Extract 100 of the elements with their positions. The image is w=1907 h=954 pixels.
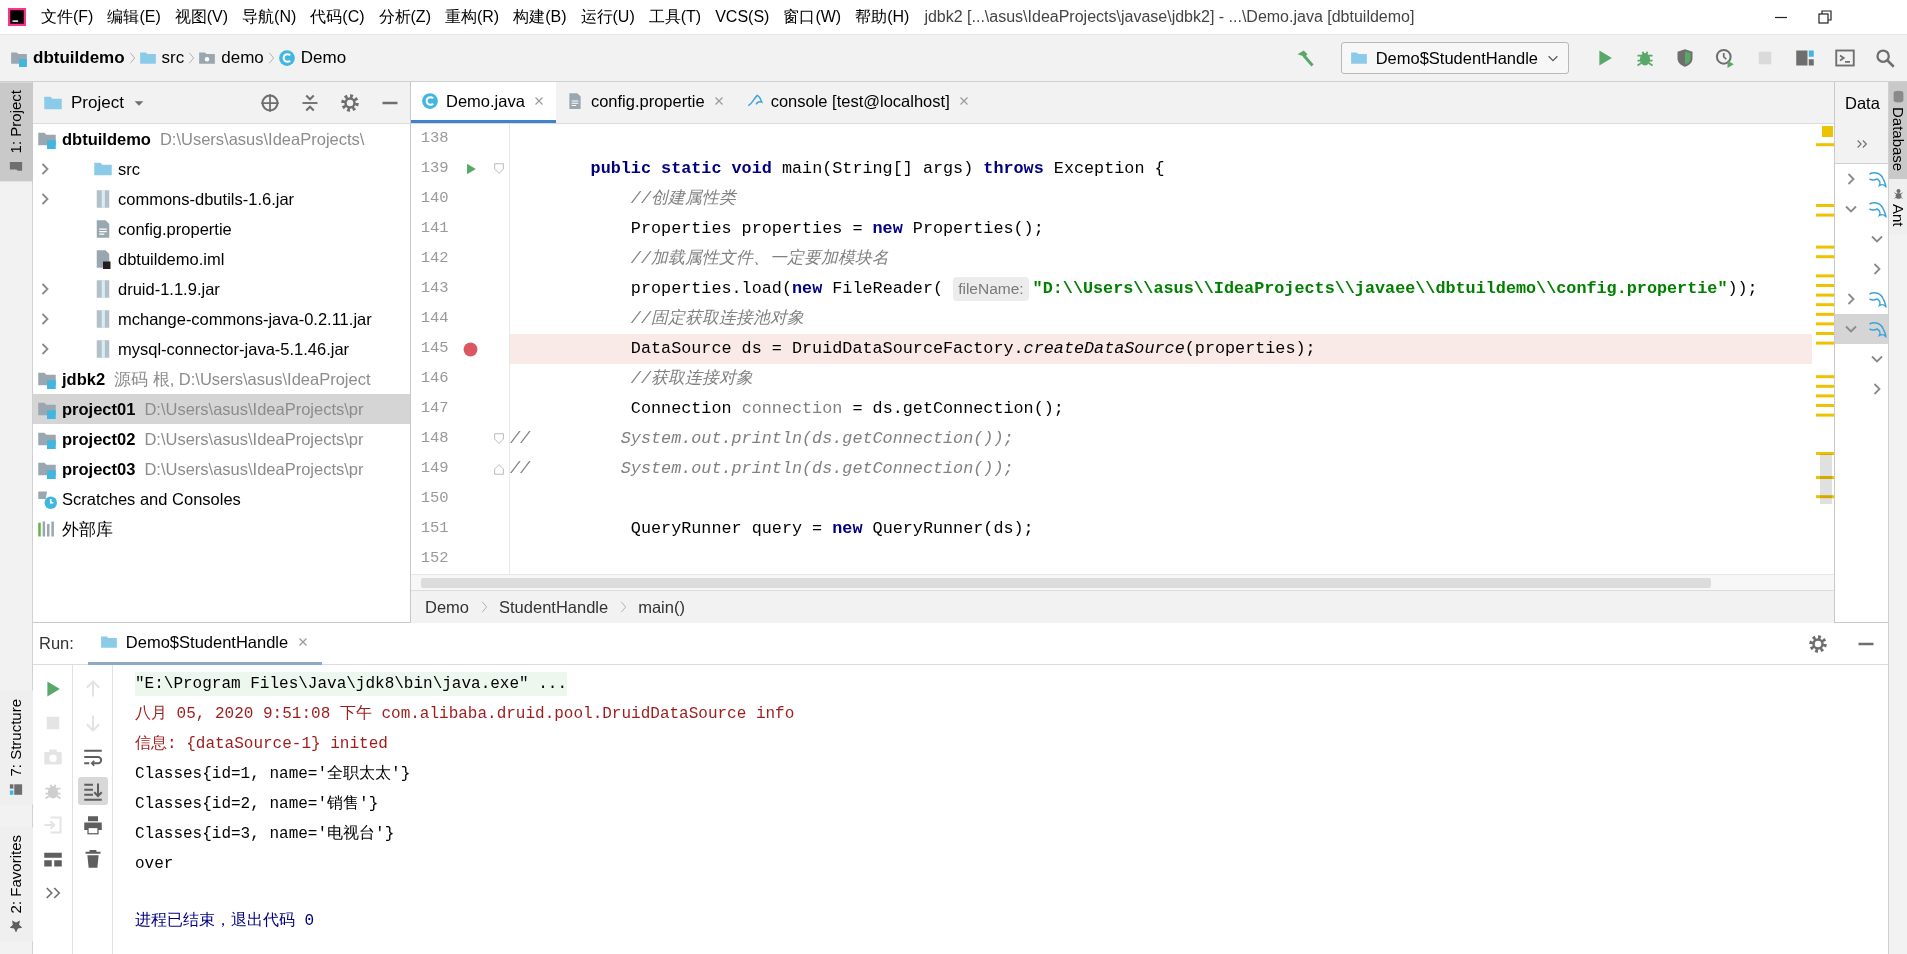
line-number: 143 bbox=[419, 278, 450, 300]
tree-item[interactable]: Scratches and Consoles bbox=[33, 484, 410, 514]
line-number: 144 bbox=[419, 308, 450, 330]
minimize-icon bbox=[1773, 15, 1789, 19]
editor-tab[interactable]: console [test@localhost] bbox=[735, 82, 981, 123]
breadcrumb-item[interactable]: main() bbox=[638, 594, 685, 620]
structure-icon bbox=[1795, 48, 1815, 68]
menu-item[interactable]: 重构(R) bbox=[437, 5, 507, 29]
tree-item[interactable]: 外部库 bbox=[33, 514, 410, 544]
panel-title: Data bbox=[1835, 82, 1888, 124]
breadcrumb-item[interactable]: StudentHandle bbox=[499, 594, 609, 620]
code-line: //创建属性类 bbox=[629, 188, 736, 211]
menu-item[interactable]: VCS(S) bbox=[708, 5, 777, 29]
restore-icon bbox=[1817, 9, 1833, 25]
ant-icon bbox=[1891, 187, 1905, 201]
scratches-icon bbox=[37, 489, 57, 509]
menu-item[interactable]: 视图(V) bbox=[167, 5, 236, 29]
item-label: config.propertie bbox=[118, 218, 232, 240]
console-line: 进程已结束，退出代码 0 bbox=[135, 911, 315, 932]
item-label: project02 bbox=[62, 428, 136, 450]
dolphin-icon bbox=[1867, 169, 1887, 189]
menu-item[interactable]: 代码(C) bbox=[303, 5, 372, 29]
fold-icon[interactable] bbox=[492, 432, 507, 446]
item-path: D:\Users\asus\IdeaProjects\ bbox=[159, 128, 365, 150]
tree-item[interactable]: config.propertie bbox=[33, 214, 410, 244]
class-icon bbox=[421, 92, 439, 110]
login-icon bbox=[42, 815, 63, 835]
line-number: 152 bbox=[419, 548, 450, 570]
minimize-icon bbox=[380, 100, 400, 105]
breadcrumb-item[interactable]: Demo bbox=[425, 594, 469, 620]
fold-icon[interactable] bbox=[492, 162, 507, 176]
menu-item[interactable]: 窗口(W) bbox=[776, 5, 849, 29]
tree-item[interactable]: project02 D:\Users\asus\IdeaProjects\pr bbox=[33, 424, 410, 454]
wrap-icon bbox=[82, 747, 103, 767]
module-icon bbox=[10, 49, 28, 67]
tree-item[interactable]: druid-1.1.9.jar bbox=[33, 274, 410, 304]
package-icon bbox=[198, 49, 217, 67]
app-logo bbox=[8, 8, 26, 26]
console-line: 信息: {dataSource-1} inited bbox=[135, 734, 388, 755]
item-label: commons-dbutils-1.6.jar bbox=[118, 188, 295, 210]
editor-tab[interactable]: config.propertie bbox=[555, 82, 736, 123]
restore-button[interactable] bbox=[1815, 7, 1835, 27]
terminal-icon bbox=[1835, 48, 1855, 68]
line-number: 148 bbox=[419, 428, 450, 450]
tree-item[interactable]: mysql-connector-java-5.1.46.jar bbox=[33, 334, 410, 364]
menu-item[interactable]: 文件(F) bbox=[34, 5, 101, 29]
parameter-hint: fileName: bbox=[953, 277, 1029, 301]
menu-item[interactable]: 运行(U) bbox=[573, 5, 642, 29]
breadcrumb-item[interactable]: dbtuildemo bbox=[10, 45, 125, 71]
menu-item[interactable]: 编辑(E) bbox=[100, 5, 168, 29]
tree-item[interactable]: dbtuildemo D:\Users\asus\IdeaProjects\ bbox=[33, 124, 410, 154]
profile-icon bbox=[1715, 48, 1735, 68]
run-tab[interactable]: Demo$StudentHandle bbox=[87, 622, 323, 665]
line-number: 141 bbox=[419, 218, 450, 240]
tree-item[interactable]: project01 D:\Users\asus\IdeaProjects\pr bbox=[33, 394, 410, 424]
search-button[interactable] bbox=[1873, 46, 1897, 70]
menu-item[interactable]: 导航(N) bbox=[235, 5, 304, 29]
line-number: 150 bbox=[419, 488, 450, 510]
tool-window-tab[interactable]: Database bbox=[1889, 82, 1907, 180]
breadcrumb-item[interactable]: Demo bbox=[277, 45, 347, 71]
item-label: src bbox=[118, 158, 140, 180]
tree-item[interactable]: commons-dbutils-1.6.jar bbox=[33, 184, 410, 214]
tree-item[interactable]: mchange-commons-java-0.2.11.jar bbox=[33, 304, 410, 334]
console-line: over bbox=[135, 854, 174, 875]
tree-item[interactable]: dbtuildemo.iml bbox=[33, 244, 410, 274]
item-label: mchange-commons-java-0.2.11.jar bbox=[118, 308, 372, 330]
tree-item[interactable]: src bbox=[33, 154, 410, 184]
star-icon bbox=[9, 919, 23, 934]
tree-item[interactable]: jdbk2 源码 根, D:\Users\asus\IdeaProject bbox=[33, 364, 410, 394]
tree-item[interactable]: project03 D:\Users\asus\IdeaProjects\pr bbox=[33, 454, 410, 484]
item-label: project03 bbox=[62, 458, 136, 480]
line-number: 151 bbox=[419, 518, 450, 540]
code-line: QueryRunner query = new QueryRunner(ds); bbox=[629, 518, 1034, 541]
scrollbar-thumb[interactable] bbox=[421, 577, 1711, 588]
run-config-dropdown[interactable]: Demo$StudentHandle bbox=[1340, 41, 1569, 75]
line-number: 147 bbox=[419, 398, 450, 420]
tool-window-tab[interactable]: 1: Project bbox=[0, 82, 33, 182]
coverage-icon bbox=[1675, 48, 1695, 68]
breakpoint-icon[interactable] bbox=[462, 340, 480, 358]
item-path: 源码 根, D:\Users\asus\IdeaProject bbox=[114, 368, 371, 390]
scroll-end-button[interactable] bbox=[77, 777, 108, 805]
code-line: Connection connection = ds.getConnection(); bbox=[629, 398, 1064, 421]
menu-item[interactable]: 分析(Z) bbox=[371, 5, 438, 29]
dolphin-icon bbox=[1867, 319, 1887, 339]
folder-icon bbox=[9, 159, 23, 174]
tree-item[interactable] bbox=[1835, 314, 1888, 344]
menu-item[interactable]: 工具(T) bbox=[641, 5, 709, 29]
libraries-icon bbox=[37, 519, 57, 539]
line-number: 140 bbox=[419, 188, 450, 210]
console-line: Classes{id=3, name='电视台'} bbox=[135, 824, 395, 845]
item-path: D:\Users\asus\IdeaProjects\pr bbox=[144, 458, 364, 480]
breadcrumb-item[interactable]: src bbox=[138, 45, 185, 71]
editor-tab[interactable]: Demo.java bbox=[411, 82, 556, 123]
breadcrumb-item[interactable]: demo bbox=[198, 45, 264, 71]
code-line: Properties properties = new Properties(); bbox=[629, 218, 1044, 241]
dolphin-icon bbox=[1867, 289, 1887, 309]
fold-icon[interactable] bbox=[492, 462, 507, 476]
menu-item[interactable]: 构建(B) bbox=[506, 5, 574, 29]
menu-item[interactable]: 帮助(H) bbox=[848, 5, 917, 29]
item-label: dbtuildemo.iml bbox=[118, 248, 225, 270]
